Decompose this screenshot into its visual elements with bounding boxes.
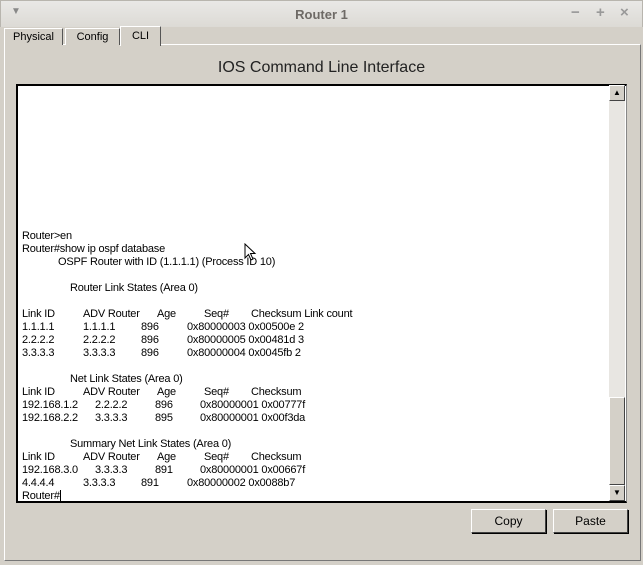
table-header: Link ID ADV Router Age Seq# Checksum Lin… <box>18 308 353 321</box>
section-title: Summary Net Link States (Area 0) <box>70 438 232 450</box>
terminal-line: OSPF Router with ID (1.1.1.1) (Process I… <box>58 256 276 268</box>
scrollbar-thumb[interactable] <box>609 397 625 485</box>
copy-button[interactable]: Copy <box>471 509 546 533</box>
tab-cli[interactable]: CLI <box>120 26 161 46</box>
page-title: IOS Command Line Interface <box>217 59 426 76</box>
text-caret <box>60 490 61 502</box>
window-title: Router 1 <box>295 7 348 22</box>
mouse-pointer-icon <box>244 243 257 261</box>
col-header: Age <box>157 308 176 320</box>
table-header: Link ID ADV Router Age Seq# Checksum <box>22 386 302 398</box>
terminal-output[interactable]: Router>en Router#show ip ospf database O… <box>16 84 627 503</box>
close-icon[interactable]: × <box>620 4 629 21</box>
scroll-up-icon[interactable]: ▲ <box>609 85 625 101</box>
title-bar: ▼ Router 1 − + × <box>0 0 643 27</box>
col-header: Seq# <box>204 308 229 320</box>
col-header: Checksum Link count <box>251 308 353 320</box>
paste-button[interactable]: Paste <box>553 509 628 533</box>
col-header: ADV Router <box>83 308 140 320</box>
section-title: Router Link States (Area 0) <box>70 282 198 294</box>
terminal-line: Router#show ip ospf database <box>22 243 165 255</box>
tab-config[interactable]: Config <box>65 28 120 45</box>
table-header: Link ID ADV Router Age Seq# Checksum <box>22 451 302 463</box>
minimize-icon[interactable]: − <box>571 4 580 21</box>
col-header: Link ID <box>22 308 55 320</box>
terminal-prompt[interactable]: Router# <box>22 490 60 503</box>
tab-physical[interactable]: Physical <box>4 28 63 45</box>
terminal-scrollbar[interactable]: ▲ ▼ <box>609 85 625 501</box>
maximize-icon[interactable]: + <box>596 4 605 21</box>
terminal-line: Router>en <box>22 230 72 242</box>
section-title: Net Link States (Area 0) <box>70 373 183 385</box>
scroll-down-icon[interactable]: ▼ <box>609 485 625 501</box>
